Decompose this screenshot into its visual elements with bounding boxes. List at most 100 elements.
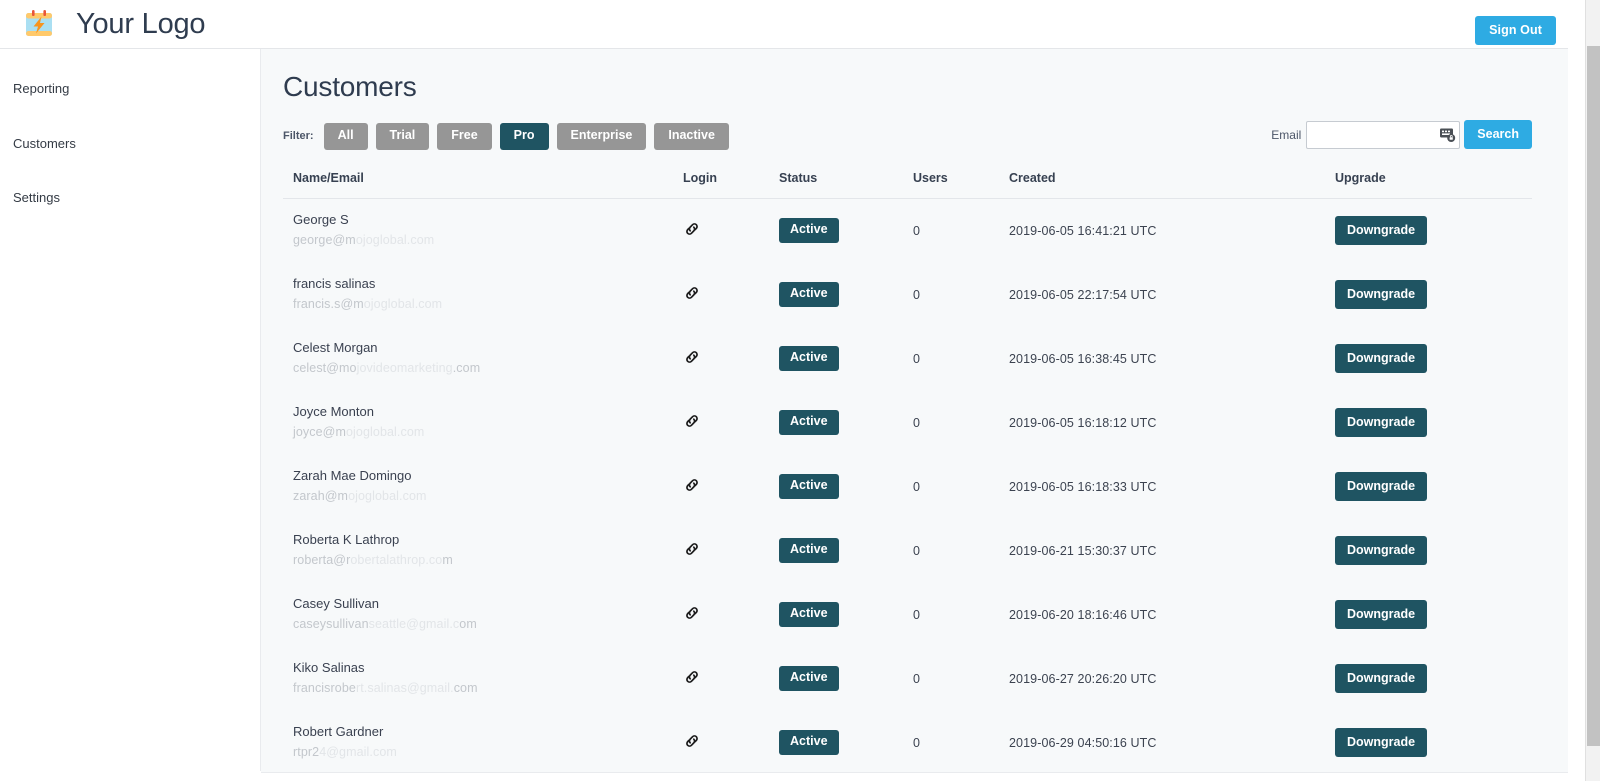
- status-badge: Active: [779, 410, 839, 435]
- customer-name: francis salinas: [293, 276, 376, 292]
- downgrade-button[interactable]: Downgrade: [1335, 216, 1428, 246]
- cell-created: 2019-06-20 18:16:46 UTC: [1009, 607, 1157, 622]
- column-header-login: Login: [683, 171, 779, 199]
- search-button[interactable]: Search: [1464, 120, 1532, 149]
- cell-login: [683, 391, 779, 455]
- cell-name-email: Robert Gardner rtpr24@gmail.com: [283, 711, 683, 775]
- chain-link-icon[interactable]: [683, 284, 701, 302]
- cell-upgrade: Downgrade: [1335, 583, 1532, 647]
- table-row: Celest Morgan celest@mojovideomarketing.c…: [283, 327, 1532, 391]
- cell-login: [683, 327, 779, 391]
- downgrade-button[interactable]: Downgrade: [1335, 472, 1428, 501]
- chain-link-icon[interactable]: [683, 476, 701, 494]
- filter-button-all[interactable]: All: [323, 123, 368, 150]
- logo[interactable]: Your Logo: [0, 7, 206, 41]
- customer-email-redacted: rt.salinas@gmail.: [355, 681, 454, 696]
- top-bar: Your Logo Sign Out: [0, 0, 1568, 49]
- cell-created: 2019-06-05 16:18:33 UTC: [1009, 479, 1157, 494]
- chain-link-icon[interactable]: [683, 732, 701, 750]
- downgrade-button[interactable]: Downgrade: [1335, 728, 1428, 757]
- filter-button-pro[interactable]: Pro: [499, 123, 549, 150]
- filter-button-enterprise[interactable]: Enterprise: [556, 123, 647, 150]
- customer-email: roberta@robertalathrop.com: [293, 551, 683, 570]
- downgrade-button[interactable]: Downgrade: [1335, 536, 1428, 565]
- chain-link-icon[interactable]: [683, 348, 701, 366]
- filter-button-inactive[interactable]: Inactive: [654, 123, 729, 150]
- cell-created: 2019-06-05 16:38:45 UTC: [1009, 351, 1157, 366]
- customer-email-redacted: jovideomarketing: [356, 361, 453, 376]
- cell-login: [683, 199, 779, 263]
- cell-status: Active: [779, 711, 913, 775]
- downgrade-button[interactable]: Downgrade: [1335, 344, 1428, 373]
- status-badge: Active: [779, 474, 839, 499]
- cell-name-email: George S george@mojoglobal.com: [283, 199, 683, 263]
- chain-link-icon[interactable]: [683, 540, 701, 558]
- customer-email-tail: m: [442, 553, 453, 568]
- vertical-scrollbar[interactable]: [1585, 0, 1600, 781]
- customer-email-visible: francis.s@m: [293, 297, 364, 312]
- cell-users: 0: [913, 351, 920, 366]
- cell-upgrade: Downgrade: [1335, 519, 1532, 583]
- cell-users: 0: [913, 223, 920, 238]
- app-root: Your Logo Sign Out Reporting Customers S…: [0, 0, 1600, 781]
- table-row: Casey Sullivan caseysullivanseattle@gmail…: [283, 583, 1532, 647]
- customer-email: francis.s@mojoglobal.com: [293, 295, 683, 314]
- main-panel: Customers Filter: All Trial Free Pro Ent…: [261, 49, 1568, 781]
- cell-login: [683, 455, 779, 519]
- chain-link-icon[interactable]: [683, 668, 701, 686]
- chain-link-icon[interactable]: [683, 412, 701, 430]
- sign-out-button[interactable]: Sign Out: [1475, 16, 1556, 45]
- horizontal-scrollbar[interactable]: [0, 776, 1585, 781]
- page-title: Customers: [283, 71, 417, 102]
- cell-status: Active: [779, 583, 913, 647]
- status-badge: Active: [779, 346, 839, 371]
- filter-button-free[interactable]: Free: [437, 123, 492, 150]
- customer-email-visible: celest@mo: [293, 361, 357, 376]
- downgrade-button[interactable]: Downgrade: [1335, 408, 1428, 437]
- customer-name: Celest Morgan: [293, 340, 378, 356]
- customer-email-visible: caseysullivan: [293, 617, 369, 632]
- vertical-scrollbar-thumb[interactable]: [1587, 46, 1600, 746]
- downgrade-button[interactable]: Downgrade: [1335, 664, 1428, 693]
- chain-link-icon[interactable]: [683, 220, 701, 238]
- cell-name-email: Casey Sullivan caseysullivanseattle@gmail…: [283, 583, 683, 647]
- cell-status: Active: [779, 263, 913, 327]
- cell-upgrade: Downgrade: [1335, 199, 1532, 263]
- customer-email-redacted: seattle@gmail.c: [368, 617, 460, 632]
- filter-button-trial[interactable]: Trial: [375, 123, 430, 150]
- status-badge: Active: [779, 666, 839, 691]
- table-row: Robert Gardner rtpr24@gmail.com Active 0 201…: [283, 711, 1532, 775]
- scroll-up-arrow[interactable]: [1586, 0, 1600, 16]
- cell-upgrade: Downgrade: [1335, 263, 1532, 327]
- downgrade-button[interactable]: Downgrade: [1335, 600, 1428, 629]
- customer-email: francisrobert.salinas@gmail.com: [293, 679, 683, 698]
- form-autofill-icon[interactable]: [1439, 126, 1456, 143]
- cell-login: [683, 647, 779, 711]
- customer-email-visible: joyce@m: [293, 425, 346, 440]
- cell-upgrade: Downgrade: [1335, 711, 1532, 775]
- table-header-row: Name/Email Login Status Users Created Up…: [283, 171, 1532, 199]
- search-email-input[interactable]: [1306, 120, 1461, 149]
- cell-upgrade: Downgrade: [1335, 391, 1532, 455]
- cell-upgrade: Downgrade: [1335, 327, 1532, 391]
- customer-name: George S: [293, 212, 349, 228]
- sidebar-item-reporting[interactable]: Reporting: [0, 71, 260, 107]
- downgrade-button[interactable]: Downgrade: [1335, 280, 1428, 309]
- sidebar-item-customers[interactable]: Customers: [0, 126, 260, 162]
- cell-name-email: francis salinas francis.s@mojoglobal.com: [283, 263, 683, 327]
- status-badge: Active: [779, 218, 839, 244]
- customers-table: Name/Email Login Status Users Created Up…: [283, 171, 1532, 775]
- column-header-name-email: Name/Email: [283, 171, 683, 199]
- column-header-created: Created: [1009, 171, 1335, 199]
- column-header-status: Status: [779, 171, 913, 199]
- customer-email-visible: roberta@r: [293, 553, 351, 568]
- status-badge: Active: [779, 282, 839, 307]
- cell-created: 2019-06-27 20:26:20 UTC: [1009, 671, 1157, 686]
- sidebar-item-settings[interactable]: Settings: [0, 180, 260, 216]
- cell-upgrade: Downgrade: [1335, 455, 1532, 519]
- table-row: francis salinas francis.s@mojoglobal.com A…: [283, 263, 1532, 327]
- customer-name: Roberta K Lathrop: [293, 532, 400, 548]
- customer-email-redacted: obertalathrop.co: [350, 553, 443, 568]
- chain-link-icon[interactable]: [683, 604, 701, 622]
- scroll-down-arrow[interactable]: [1586, 765, 1600, 781]
